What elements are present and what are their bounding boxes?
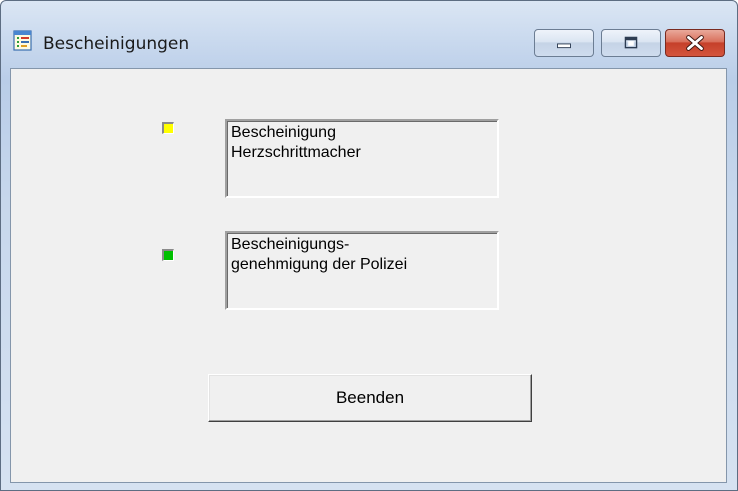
close-button[interactable] xyxy=(665,29,725,57)
status-indicator-pacemaker xyxy=(162,122,174,134)
minimize-icon xyxy=(557,43,571,49)
dialog-client-area: Bescheinigung Herzschrittmacher Beschein… xyxy=(10,68,727,483)
window-title: Bescheinigungen xyxy=(43,34,190,54)
minimize-button[interactable] xyxy=(534,29,594,57)
certificate-police-approval-field[interactable]: Bescheinigungs- genehmigung der Polizei xyxy=(225,231,499,310)
dialog-window: Bescheinigungen Bescheinigung Herzschrit… xyxy=(0,0,738,491)
document-list-icon xyxy=(13,29,33,51)
quit-button[interactable]: Beenden xyxy=(208,374,532,422)
close-icon xyxy=(686,35,704,51)
maximize-button[interactable] xyxy=(601,29,661,57)
certificate-pacemaker-field[interactable]: Bescheinigung Herzschrittmacher xyxy=(225,119,499,198)
title-bar[interactable]: Bescheinigungen xyxy=(1,1,737,67)
status-indicator-police xyxy=(162,249,174,261)
maximize-icon xyxy=(624,36,638,49)
